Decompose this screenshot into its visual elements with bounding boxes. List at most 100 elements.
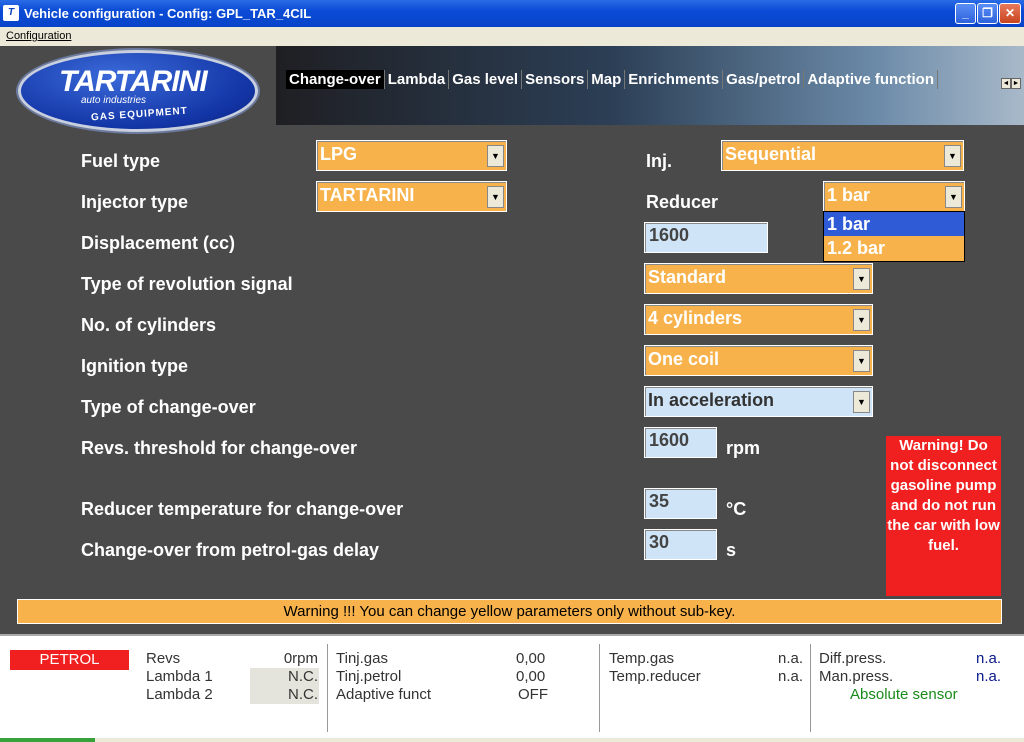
warning-box: Warning! Do not disconnect gasoline pump… bbox=[886, 436, 1001, 596]
petrol-gas-delay-label: Change-over from petrol-gas delay bbox=[81, 540, 380, 560]
sensor-type: Absolute sensor bbox=[850, 686, 958, 703]
ignition-type-select[interactable]: One coil ▼ bbox=[644, 345, 873, 376]
reducer-option-1bar[interactable]: 1 bar bbox=[824, 212, 964, 236]
temp-gas-label: Temp.gas bbox=[609, 650, 675, 667]
tab-lambda[interactable]: Lambda bbox=[385, 70, 450, 89]
cylinders-select[interactable]: 4 cylinders ▼ bbox=[644, 304, 873, 335]
chevron-down-icon[interactable]: ▼ bbox=[945, 186, 962, 208]
inj-label: Inj. bbox=[646, 151, 672, 171]
mode-badge: PETROL bbox=[10, 650, 129, 670]
temp-reducer-label: Temp.reducer bbox=[609, 668, 701, 685]
fuel-type-value: LPG bbox=[320, 144, 358, 164]
close-button[interactable]: ✕ bbox=[999, 3, 1021, 24]
tab-map[interactable]: Map bbox=[588, 70, 626, 89]
diff-press-label: Diff.press. bbox=[819, 650, 887, 667]
man-press-label: Man.press. bbox=[819, 668, 894, 685]
logo-subtitle: auto industries bbox=[81, 95, 147, 106]
lambda1-label: Lambda 1 bbox=[146, 668, 213, 685]
man-press-value: n.a. bbox=[976, 668, 1002, 685]
temp-reducer-value: n.a. bbox=[778, 668, 804, 685]
chevron-down-icon[interactable]: ▼ bbox=[853, 350, 870, 372]
tinj-gas-value: 0,00 bbox=[516, 650, 546, 667]
reducer-temp-input[interactable]: 35 bbox=[644, 488, 717, 519]
ignition-type-value: One coil bbox=[648, 349, 720, 369]
lambda1-value: N.C. bbox=[288, 668, 318, 685]
chevron-down-icon[interactable]: ▼ bbox=[853, 268, 870, 290]
petrol-gas-delay-input[interactable]: 30 bbox=[644, 529, 717, 560]
bottom-strip bbox=[0, 738, 1024, 742]
revs-value: 0rpm bbox=[283, 650, 318, 667]
restore-button[interactable]: ❐ bbox=[977, 3, 998, 24]
revs-threshold-input[interactable]: 1600 bbox=[644, 427, 717, 458]
revs-threshold-label: Revs. threshold for change-over bbox=[81, 438, 358, 458]
window-title: Vehicle configuration - Config: GPL_TAR_… bbox=[24, 6, 312, 21]
inj-select[interactable]: Sequential ▼ bbox=[721, 140, 964, 171]
reducer-label: Reducer bbox=[646, 192, 719, 212]
revolution-signal-value: Standard bbox=[648, 267, 727, 287]
reducer-temp-unit: °C bbox=[726, 499, 747, 519]
changeover-type-select[interactable]: In acceleration ▼ bbox=[644, 386, 873, 417]
injector-type-select[interactable]: TARTARINI ▼ bbox=[316, 181, 507, 212]
revolution-signal-select[interactable]: Standard ▼ bbox=[644, 263, 873, 294]
inj-value: Sequential bbox=[725, 144, 817, 164]
tab-enrichments[interactable]: Enrichments bbox=[625, 70, 724, 89]
tab-change-over[interactable]: Change-over bbox=[286, 70, 385, 89]
status-divider bbox=[599, 644, 600, 732]
ignition-type-label: Ignition type bbox=[81, 356, 188, 376]
minimize-button[interactable]: _ bbox=[955, 3, 976, 24]
tinj-gas-label: Tinj.gas bbox=[336, 650, 388, 667]
title-bar: T Vehicle configuration - Config: GPL_TA… bbox=[0, 0, 1024, 27]
fuel-type-select[interactable]: LPG ▼ bbox=[316, 140, 507, 171]
diff-press-value: n.a. bbox=[976, 650, 1002, 667]
displacement-input[interactable]: 1600 bbox=[644, 222, 768, 253]
temp-gas-value: n.a. bbox=[778, 650, 804, 667]
cylinders-label: No. of cylinders bbox=[81, 315, 217, 335]
tab-sensors[interactable]: Sensors bbox=[522, 70, 589, 89]
tab-scroll-left-icon[interactable]: ◄ bbox=[1001, 78, 1011, 89]
reducer-value: 1 bar bbox=[827, 185, 871, 205]
tab-scroll-right-icon[interactable]: ► bbox=[1011, 78, 1021, 89]
adaptive-value: OFF bbox=[518, 686, 548, 703]
warning-bar: Warning !!! You can change yellow parame… bbox=[17, 599, 1002, 624]
displacement-label: Displacement (cc) bbox=[81, 233, 236, 253]
injector-type-value: TARTARINI bbox=[320, 185, 415, 205]
chevron-down-icon[interactable]: ▼ bbox=[853, 309, 870, 331]
tab-bar: Change-over Lambda Gas level Sensors Map Enri… bbox=[286, 70, 1008, 92]
logo-tagline: GAS EQUIPMENT bbox=[90, 105, 189, 124]
changeover-type-value: In acceleration bbox=[648, 390, 775, 410]
logo-title: TARTARINI bbox=[59, 65, 208, 98]
chevron-down-icon[interactable]: ▼ bbox=[853, 391, 870, 413]
reducer-temp-label: Reducer temperature for change-over bbox=[81, 499, 404, 519]
injector-type-label: Injector type bbox=[81, 192, 189, 212]
tab-adaptive-function[interactable]: Adaptive function bbox=[804, 70, 939, 89]
menu-bar: Configuration bbox=[0, 27, 1024, 46]
progress-indicator bbox=[0, 738, 95, 742]
app-icon: T bbox=[3, 5, 19, 21]
tinj-petrol-label: Tinj.petrol bbox=[336, 668, 402, 685]
tab-gas-level[interactable]: Gas level bbox=[449, 70, 523, 89]
status-panel: PETROL Revs 0rpm Lambda 1 N.C. Lambda 2 … bbox=[0, 634, 1024, 738]
adaptive-label: Adaptive funct bbox=[336, 686, 432, 703]
status-divider bbox=[810, 644, 811, 732]
status-divider bbox=[327, 644, 328, 732]
tartarini-logo: TARTARINI auto industries GAS EQUIPMENT bbox=[18, 50, 258, 132]
chevron-down-icon[interactable]: ▼ bbox=[487, 186, 504, 208]
chevron-down-icon[interactable]: ▼ bbox=[944, 145, 961, 167]
menu-configuration[interactable]: Configuration bbox=[6, 30, 71, 42]
revs-threshold-unit: rpm bbox=[726, 438, 761, 458]
reducer-select[interactable]: 1 bar ▼ bbox=[823, 181, 965, 212]
revs-label: Revs bbox=[146, 650, 181, 667]
tab-scroll-arrows: ◄ ► bbox=[1001, 72, 1021, 89]
tinj-petrol-value: 0,00 bbox=[516, 668, 546, 685]
lambda2-label: Lambda 2 bbox=[146, 686, 213, 703]
cylinders-value: 4 cylinders bbox=[648, 308, 743, 328]
changeover-type-label: Type of change-over bbox=[81, 397, 256, 417]
reducer-dropdown-list: 1 bar 1.2 bar bbox=[823, 211, 965, 262]
tab-gas-petrol[interactable]: Gas/petrol bbox=[723, 70, 805, 89]
fuel-type-label: Fuel type bbox=[81, 151, 161, 171]
petrol-gas-delay-unit: s bbox=[726, 540, 737, 560]
chevron-down-icon[interactable]: ▼ bbox=[487, 145, 504, 167]
reducer-option-1-2bar[interactable]: 1.2 bar bbox=[824, 236, 964, 260]
lambda2-value: N.C. bbox=[288, 686, 318, 703]
revolution-signal-label: Type of revolution signal bbox=[81, 274, 293, 294]
